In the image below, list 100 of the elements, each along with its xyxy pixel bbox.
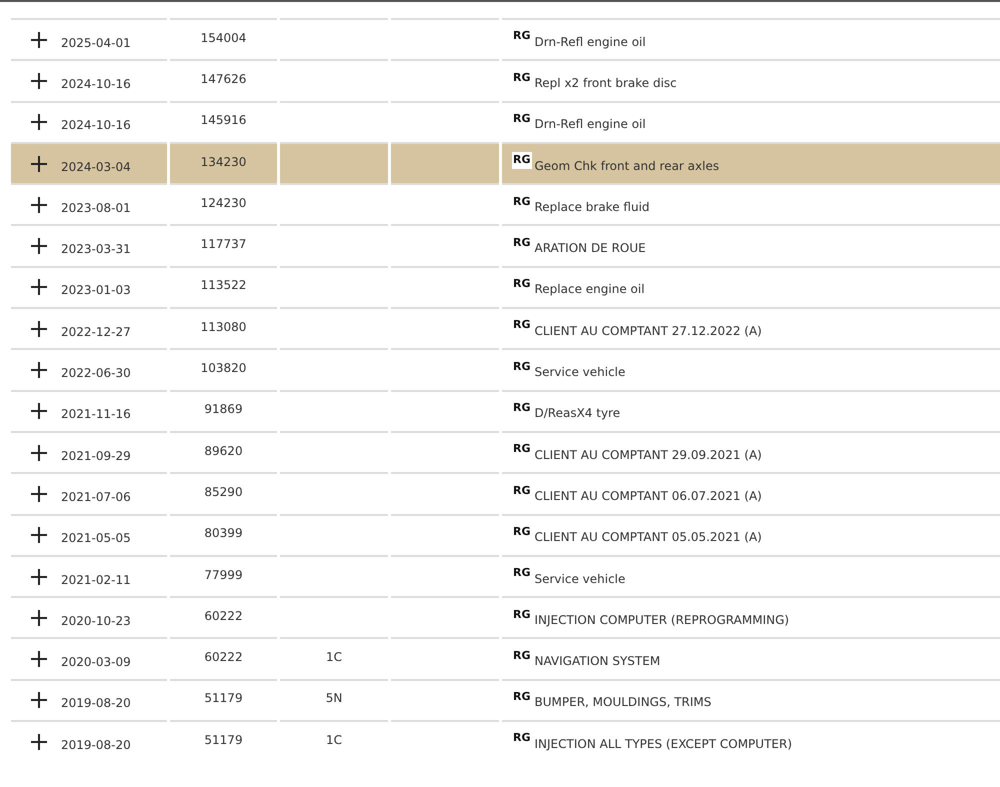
expand-plus-icon[interactable]	[29, 154, 49, 174]
expand-plus-icon[interactable]	[29, 484, 49, 504]
mileage-text: 124230	[200, 194, 246, 212]
mileage-text: 85290	[204, 484, 243, 501]
tag-label: RG	[512, 524, 532, 540]
mileage-text: 77999	[204, 566, 243, 584]
table-row[interactable]: 2024-10-16 147626 RG Repl x2 front brake disc	[0, 59, 1000, 101]
description-text: Replace brake fluid	[534, 198, 650, 216]
expand-plus-icon[interactable]	[29, 318, 49, 339]
date-text: 2024-03-04	[61, 158, 131, 176]
mileage-text: 51179	[204, 732, 243, 749]
description-text: INJECTION COMPUTER (REPROGRAMMING)	[534, 612, 790, 629]
expand-plus-icon[interactable]	[29, 360, 49, 380]
expand-plus-icon[interactable]	[29, 112, 49, 132]
table-row[interactable]: 2023-03-31 117737 RG ARATION DE ROUE	[0, 224, 1000, 266]
date-text: 2022-12-27	[61, 324, 131, 341]
date-text: 2024-10-16	[61, 117, 131, 134]
tag-label: RG	[512, 358, 532, 375]
date-text: 2021-05-05	[61, 530, 131, 548]
code-text: 5N	[326, 690, 342, 708]
tag-label: RG	[512, 689, 532, 706]
tag-label: RG	[512, 70, 532, 86]
table-row[interactable]: 2019-08-20 51179 5N RG BUMPER, MOULDINGS, TRIMS	[0, 678, 1000, 720]
table-row[interactable]: 2020-10-23 60222 RG INJECTION COMPUTER (REPROGRAMMING)	[0, 596, 1000, 638]
description-text: Geom Chk front and rear axles	[534, 158, 720, 175]
expand-plus-icon[interactable]	[29, 236, 49, 256]
code-text: 1C	[326, 649, 342, 666]
date-text: 2019-08-20	[61, 695, 131, 712]
date-text: 2021-09-29	[61, 448, 131, 465]
date-text: 2023-03-31	[61, 241, 131, 258]
description-text: BUMPER, MOULDINGS, TRIMS	[534, 694, 712, 712]
table-row[interactable]: 2023-08-01 124230 RG Replace brake fluid	[0, 183, 1000, 224]
expand-plus-icon[interactable]	[29, 277, 49, 298]
table-row[interactable]: 2022-06-30 103820 RG Service vehicle	[0, 348, 1000, 390]
tag-label: RG	[512, 194, 532, 210]
mileage-text: 51179	[204, 690, 243, 708]
date-text: 2021-11-16	[61, 406, 131, 424]
expand-plus-icon[interactable]	[29, 70, 49, 91]
table-row[interactable]: 2021-09-29 89620 RG CLIENT AU COMPTANT 29.09.2021 (A)	[0, 430, 1000, 472]
date-text: 2019-08-20	[61, 736, 131, 754]
description-text: Replace engine oil	[534, 281, 645, 298]
tag-label: RG	[512, 28, 532, 44]
expand-plus-icon[interactable]	[29, 442, 49, 463]
description-text: Drn-Refl engine oil	[534, 116, 646, 134]
tag-label: RG	[512, 110, 532, 127]
mileage-text: 113080	[200, 318, 246, 336]
expand-plus-icon[interactable]	[29, 649, 49, 670]
tag-label: RG	[512, 234, 532, 251]
description-text: ARATION DE ROUE	[534, 240, 646, 258]
code-text: 1C	[326, 732, 342, 749]
tag-label: RG	[512, 730, 532, 746]
expand-plus-icon[interactable]	[29, 194, 49, 215]
date-text: 2022-06-30	[61, 365, 131, 382]
description-text: Repl x2 front brake disc	[534, 74, 677, 92]
table-row[interactable]: 2021-05-05 80399 RG CLIENT AU COMPTANT 05.05.2021 (A)	[0, 514, 1000, 555]
mileage-text: 154004	[200, 30, 246, 47]
table-row[interactable]: 2021-11-16 91869 RG D/ReasX4 tyre	[0, 390, 1000, 431]
date-text: 2020-03-09	[61, 654, 131, 672]
table-row[interactable]: 2019-08-20 51179 1C RG INJECTION ALL TYPES (EXCEPT COMPUTER)	[0, 720, 1000, 762]
expand-plus-icon[interactable]	[29, 30, 49, 50]
date-text: 2025-04-01	[61, 34, 131, 52]
table-row[interactable]: 2021-07-06 85290 RG CLIENT AU COMPTANT 06.07.2021 (A)	[0, 472, 1000, 514]
expand-plus-icon[interactable]	[29, 566, 49, 586]
description-text: D/ReasX4 tyre	[534, 405, 620, 422]
description-text: CLIENT AU COMPTANT 29.09.2021 (A)	[534, 446, 762, 464]
description-text: NAVIGATION SYSTEM	[534, 653, 660, 670]
description-text: Drn-Refl engine oil	[534, 34, 646, 51]
table-row[interactable]: 2024-03-04 134230 RG Geom Chk front and rear axles	[0, 142, 1000, 184]
date-text: 2021-02-11	[61, 572, 131, 588]
date-text: 2024-10-16	[61, 76, 131, 93]
table-row[interactable]: 2021-02-11 77999 RG Service vehicle	[0, 554, 1000, 596]
expand-plus-icon[interactable]	[29, 732, 49, 752]
expand-plus-icon[interactable]	[29, 401, 49, 422]
tag-label: RG	[512, 606, 532, 623]
expand-plus-icon[interactable]	[29, 608, 49, 628]
description-text: CLIENT AU COMPTANT 05.05.2021 (A)	[534, 529, 762, 546]
expand-plus-icon[interactable]	[29, 525, 49, 546]
tag-label: RG	[512, 152, 532, 169]
tag-label: RG	[512, 400, 532, 416]
date-text: 2023-08-01	[61, 200, 131, 217]
mileage-text: 60222	[204, 649, 243, 666]
mileage-text: 117737	[200, 236, 246, 254]
mileage-text: 80399	[204, 525, 243, 542]
tag-label: RG	[512, 565, 532, 582]
date-text: 2021-07-06	[61, 488, 131, 506]
table-row[interactable]: 2023-01-03 113522 RG Replace engine oil	[0, 266, 1000, 308]
description-text: Service vehicle	[534, 364, 626, 382]
description-text: CLIENT AU COMPTANT 06.07.2021 (A)	[534, 488, 762, 505]
mileage-text: 147626	[200, 70, 246, 88]
tag-label: RG	[512, 648, 532, 664]
date-text: 2023-01-03	[61, 282, 131, 300]
description-text: Service vehicle	[534, 570, 626, 588]
mileage-text: 91869	[204, 401, 243, 418]
mileage-text: 113522	[200, 277, 246, 294]
mileage-text: 60222	[204, 608, 243, 625]
expand-plus-icon[interactable]	[29, 690, 49, 710]
table-row[interactable]: 2022-12-27 113080 RG CLIENT AU COMPTANT 27.12.2022 (A)	[0, 307, 1000, 348]
mileage-text: 134230	[200, 154, 246, 171]
table-row[interactable]: 2020-03-09 60222 1C RG NAVIGATION SYSTEM	[0, 637, 1000, 679]
table-row[interactable]: 2025-04-01 154004 RG Drn-Refl engine oil	[0, 18, 1000, 60]
